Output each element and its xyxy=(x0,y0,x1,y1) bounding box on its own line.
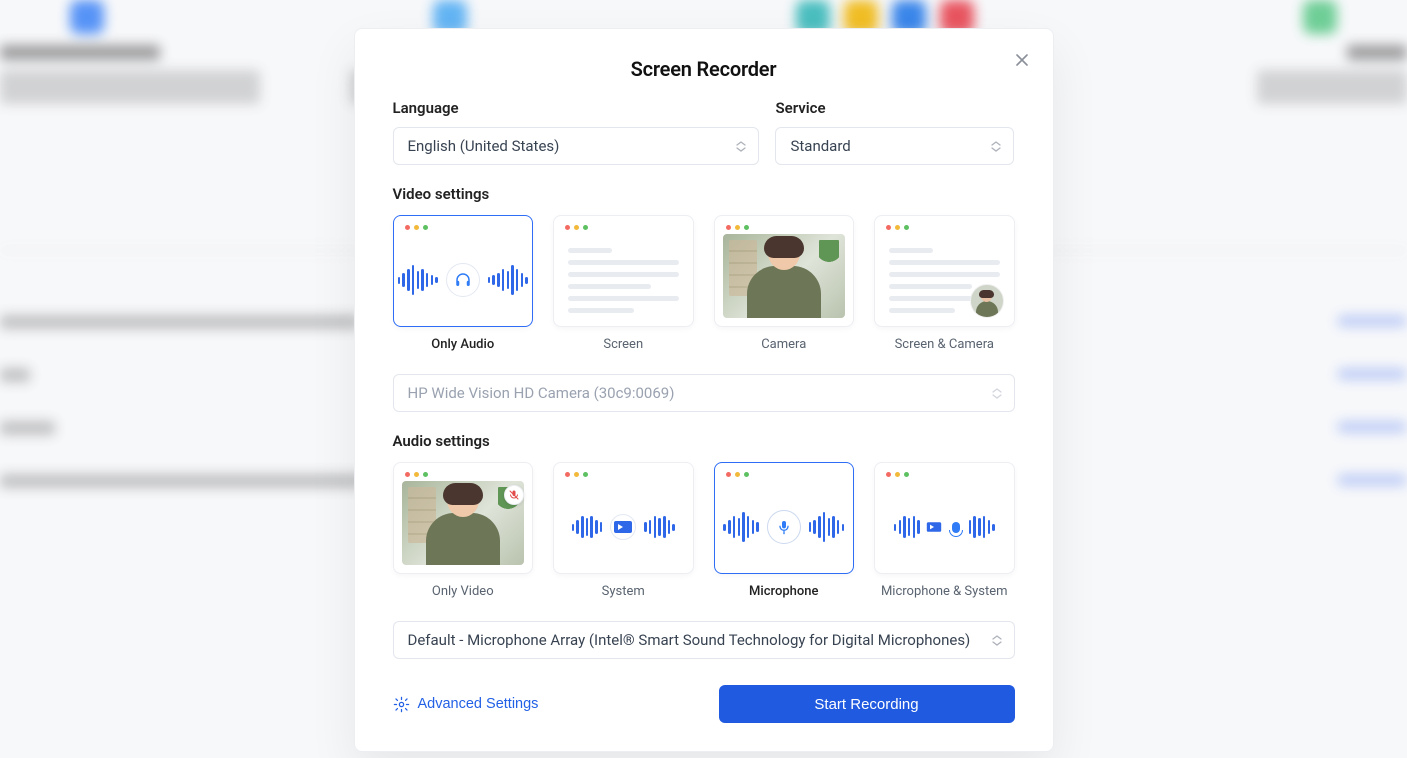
window-dots-icon xyxy=(554,463,693,481)
audio-option-only-video-label: Only Video xyxy=(432,584,494,599)
camera-preview-icon xyxy=(723,234,846,318)
audio-device-value: Default - Microphone Array (Intel® Smart… xyxy=(408,631,971,649)
window-dots-icon xyxy=(875,463,1014,481)
screen-preview-icon xyxy=(554,248,693,313)
service-value: Standard xyxy=(790,137,850,155)
video-option-camera[interactable] xyxy=(714,215,855,327)
advanced-settings-label: Advanced Settings xyxy=(418,696,539,712)
video-option-screen-camera[interactable] xyxy=(874,215,1015,327)
audio-option-microphone[interactable] xyxy=(714,462,855,574)
gear-icon xyxy=(393,696,410,713)
close-button[interactable] xyxy=(1009,47,1035,73)
service-select[interactable]: Standard xyxy=(775,127,1014,165)
video-option-screen-label: Screen xyxy=(603,337,643,352)
window-dots-icon xyxy=(715,216,854,234)
window-dots-icon xyxy=(554,216,693,234)
video-option-only-audio[interactable] xyxy=(393,215,534,327)
microphone-icon xyxy=(767,510,801,544)
video-settings-label: Video settings xyxy=(393,185,1015,203)
chevron-updown-icon xyxy=(736,139,746,153)
camera-device-value: HP Wide Vision HD Camera (30c9:0069) xyxy=(408,384,675,402)
window-dots-icon xyxy=(875,216,1014,234)
chevron-updown-icon xyxy=(991,139,1001,153)
audio-device-select[interactable]: Default - Microphone Array (Intel® Smart… xyxy=(393,621,1015,659)
video-option-screen-camera-label: Screen & Camera xyxy=(895,337,994,352)
audio-option-microphone-system[interactable] xyxy=(874,462,1015,574)
microphone-icon xyxy=(952,522,960,533)
start-recording-label: Start Recording xyxy=(814,696,918,713)
start-recording-button[interactable]: Start Recording xyxy=(719,685,1015,723)
advanced-settings-button[interactable]: Advanced Settings xyxy=(393,696,539,713)
audio-option-microphone-system-label: Microphone & System xyxy=(881,584,1008,599)
language-label: Language xyxy=(393,99,760,117)
language-value: English (United States) xyxy=(408,137,560,155)
modal-title: Screen Recorder xyxy=(393,57,1015,81)
camera-device-select[interactable]: HP Wide Vision HD Camera (30c9:0069) xyxy=(393,374,1015,412)
close-icon xyxy=(1015,53,1029,67)
screen-play-icon xyxy=(610,514,636,540)
chevron-updown-icon xyxy=(992,633,1002,647)
video-option-camera-label: Camera xyxy=(761,337,806,352)
video-option-screen[interactable] xyxy=(553,215,694,327)
language-select[interactable]: English (United States) xyxy=(393,127,760,165)
window-dots-icon xyxy=(715,463,854,481)
video-options-row: Only Audio Screen xyxy=(393,215,1015,352)
mic-muted-icon xyxy=(504,485,524,505)
audio-option-only-video[interactable] xyxy=(393,462,534,574)
headphones-icon xyxy=(446,263,480,297)
window-dots-icon xyxy=(394,463,533,481)
camera-overlay-icon xyxy=(970,284,1004,318)
audio-settings-label: Audio settings xyxy=(393,432,1015,450)
screen-recorder-modal: Screen Recorder Language English (United… xyxy=(354,28,1054,752)
screen-play-icon xyxy=(927,522,941,532)
chevron-updown-icon xyxy=(992,386,1002,400)
audio-options-row: Only Video System xyxy=(393,462,1015,599)
window-dots-icon xyxy=(394,216,533,234)
audio-option-system[interactable] xyxy=(553,462,694,574)
service-label: Service xyxy=(775,99,1014,117)
audio-option-microphone-label: Microphone xyxy=(749,584,818,599)
video-option-only-audio-label: Only Audio xyxy=(431,337,494,352)
audio-option-system-label: System xyxy=(602,584,645,599)
